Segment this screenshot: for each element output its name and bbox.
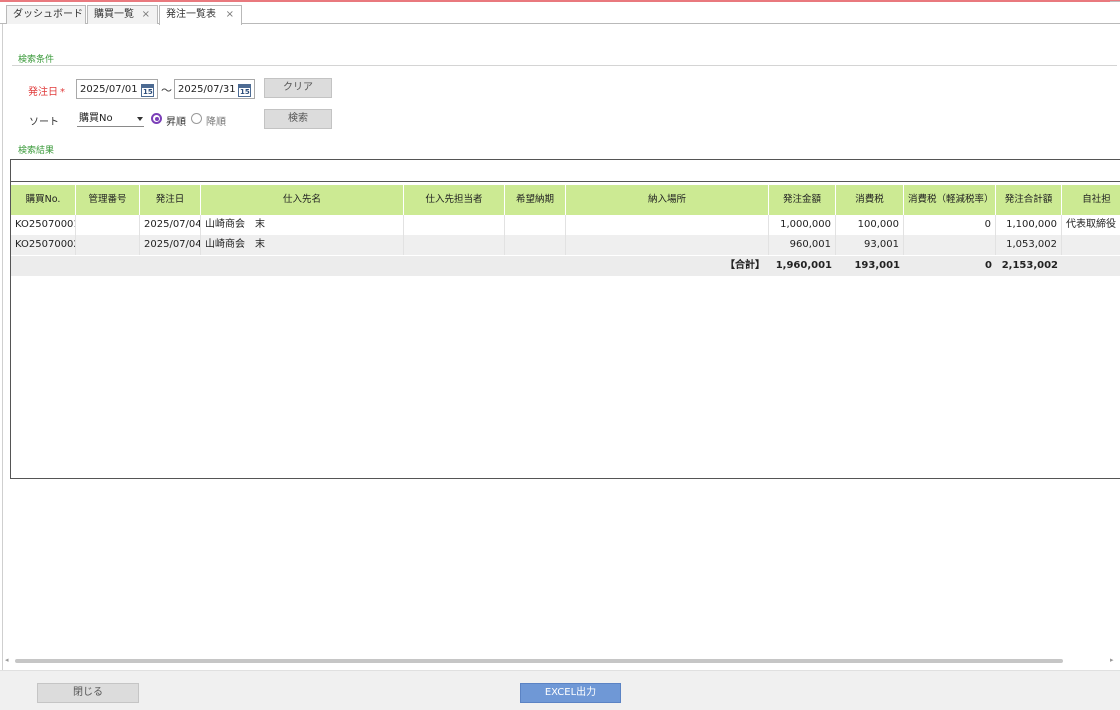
cell-staff <box>1062 235 1120 255</box>
cell-supplier-contact <box>404 215 505 235</box>
cell-order-date: 2025/07/04 <box>140 235 201 255</box>
sort-desc-label: 降順 <box>206 117 226 128</box>
order-date-label: 発注日 * <box>28 87 65 98</box>
scrollbar-thumb[interactable] <box>15 659 1063 663</box>
cell-reduced-tax <box>904 235 996 255</box>
cell-purchase-no: KO25070001 <box>11 215 76 235</box>
sort-select-value: 購買No <box>79 113 113 124</box>
col-header[interactable]: 購買No. <box>11 185 76 215</box>
grid-header: 購買No. 管理番号 発注日 仕入先名 仕入先担当者 希望納期 納入場所 発注金… <box>11 185 1120 215</box>
cell-desired-delivery <box>505 215 566 235</box>
calendar-icon[interactable]: 15 <box>141 84 154 97</box>
chevron-down-icon <box>137 117 143 121</box>
cell-total: 1,100,000 <box>996 215 1062 235</box>
clear-button[interactable]: クリア <box>264 78 332 98</box>
horizontal-scrollbar[interactable]: ◂ ▸ <box>5 656 1115 666</box>
col-header[interactable]: 納入場所 <box>566 185 769 215</box>
sort-asc-label: 昇順 <box>166 117 186 128</box>
cell-management-no <box>76 235 140 255</box>
col-header[interactable]: 発注金額 <box>769 185 836 215</box>
cell-supplier: 山崎商会 末 <box>201 235 404 255</box>
tab-label: ダッシュボード <box>13 9 83 20</box>
total-tax: 193,001 <box>854 260 900 271</box>
cell-management-no <box>76 215 140 235</box>
total-amount: 1,960,001 <box>775 260 832 271</box>
total-row: 【合計】 1,960,001 193,001 0 2,153,002 <box>11 256 1120 276</box>
cell-tax: 100,000 <box>836 215 904 235</box>
grid-top-bar <box>11 160 1120 182</box>
col-header[interactable]: 発注日 <box>140 185 201 215</box>
cell-desired-delivery <box>505 235 566 255</box>
cell-delivery-place <box>566 215 769 235</box>
tab-label: 発注一覧表 <box>166 9 216 20</box>
tab-order-list[interactable]: 発注一覧表 × <box>159 5 242 25</box>
cell-supplier-contact <box>404 235 505 255</box>
cell-staff: 代表取締役 <box>1062 215 1120 235</box>
cell-supplier: 山崎商会 末 <box>201 215 404 235</box>
cell-delivery-place <box>566 235 769 255</box>
col-header[interactable]: 消費税（軽減税率） <box>904 185 996 215</box>
tab-dashboard[interactable]: ダッシュボード <box>6 5 86 24</box>
total-grand: 2,153,002 <box>1001 260 1058 271</box>
close-button[interactable]: 閉じる <box>37 683 139 703</box>
section-divider <box>12 65 1117 66</box>
table-row[interactable]: KO25070001 2025/07/04 山崎商会 末 1,000,000 1… <box>11 215 1120 235</box>
sort-asc-radio[interactable] <box>151 113 162 124</box>
tab-bar: ダッシュボード 購買一覧 × 発注一覧表 × <box>0 2 1120 25</box>
search-button[interactable]: 検索 <box>264 109 332 129</box>
col-header[interactable]: 希望納期 <box>505 185 566 215</box>
search-section-label: 検索条件 <box>18 55 55 65</box>
sort-desc-radio[interactable] <box>191 113 202 124</box>
results-section-label: 検索結果 <box>18 146 55 156</box>
calendar-icon[interactable]: 15 <box>238 84 251 97</box>
tab-purchase-list[interactable]: 購買一覧 × <box>87 5 158 24</box>
results-grid: 購買No. 管理番号 発注日 仕入先名 仕入先担当者 希望納期 納入場所 発注金… <box>10 159 1120 479</box>
range-separator: ～ <box>161 84 172 97</box>
cell-total: 1,053,002 <box>996 235 1062 255</box>
scroll-left-icon[interactable]: ◂ <box>5 656 9 664</box>
cell-order-date: 2025/07/04 <box>140 215 201 235</box>
col-header[interactable]: 仕入先名 <box>201 185 404 215</box>
table-row[interactable]: KO25070002 2025/07/04 山崎商会 末 960,001 93,… <box>11 235 1120 255</box>
tab-label: 購買一覧 <box>94 9 134 20</box>
panel-left-border <box>2 24 3 670</box>
col-header[interactable]: 仕入先担当者 <box>404 185 505 215</box>
close-icon[interactable]: × <box>142 6 150 23</box>
total-label: 【合計】 <box>725 260 765 271</box>
close-icon[interactable]: × <box>226 6 234 23</box>
sort-label: ソート <box>29 117 59 128</box>
cell-purchase-no: KO25070002 <box>11 235 76 255</box>
col-header[interactable]: 管理番号 <box>76 185 140 215</box>
scroll-right-icon[interactable]: ▸ <box>1110 656 1114 664</box>
col-header[interactable]: 自社担 <box>1062 185 1120 215</box>
required-mark: * <box>60 87 65 98</box>
cell-amount: 960,001 <box>769 235 836 255</box>
sort-select[interactable]: 購買No <box>77 111 144 127</box>
col-header[interactable]: 消費税 <box>836 185 904 215</box>
cell-tax: 93,001 <box>836 235 904 255</box>
excel-export-button[interactable]: EXCEL出力 <box>520 683 621 703</box>
col-header[interactable]: 発注合計額 <box>996 185 1062 215</box>
cell-reduced-tax: 0 <box>904 215 996 235</box>
cell-amount: 1,000,000 <box>769 215 836 235</box>
total-reduced-tax: 0 <box>985 260 992 271</box>
footer-bar: 閉じる EXCEL出力 <box>0 670 1120 710</box>
